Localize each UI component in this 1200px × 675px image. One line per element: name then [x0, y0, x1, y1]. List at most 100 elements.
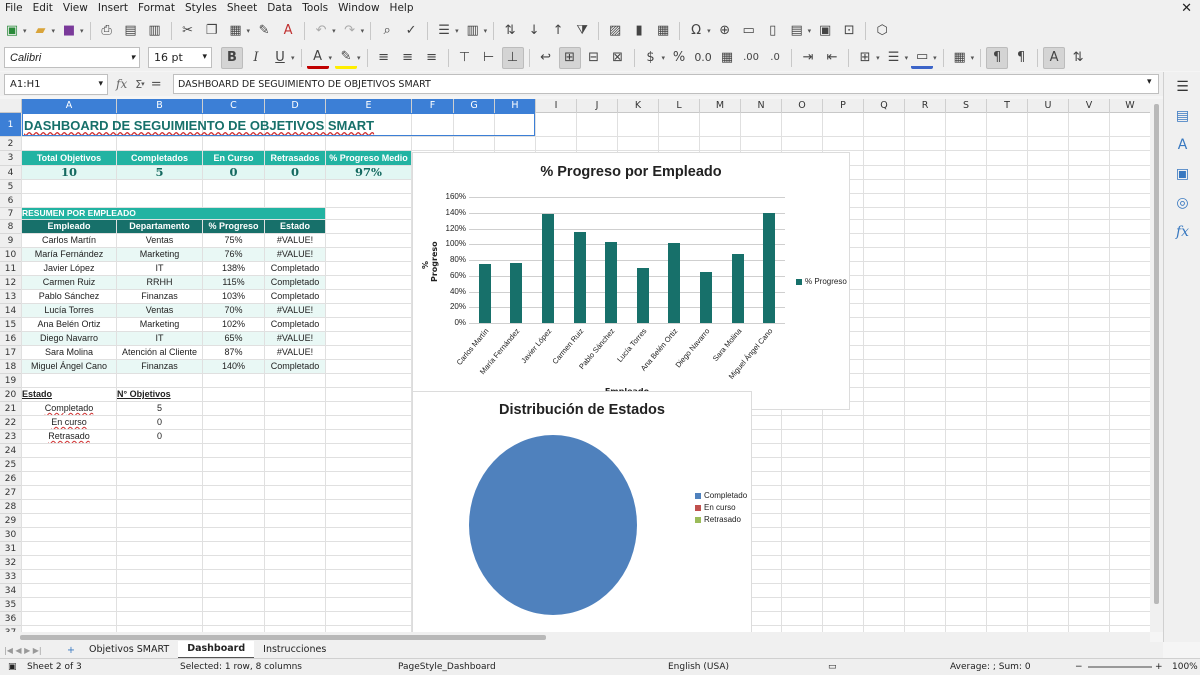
column-header-o[interactable]: O — [782, 99, 823, 113]
row-header-10[interactable]: 10 — [0, 248, 22, 262]
italic-icon[interactable]: I — [245, 47, 267, 69]
row-header-12[interactable]: 12 — [0, 276, 22, 290]
column-header-i[interactable]: I — [536, 99, 577, 113]
row-header-13[interactable]: 13 — [0, 290, 22, 304]
number-format-icon[interactable]: 0.0 — [692, 47, 714, 69]
table-cell[interactable]: Ventas — [117, 234, 202, 247]
table-cell[interactable]: 65% — [203, 332, 264, 345]
table-cell[interactable]: 87% — [203, 346, 264, 359]
row-header-26[interactable]: 26 — [0, 472, 22, 486]
row-header-6[interactable]: 6 — [0, 194, 22, 208]
tab-objetivos-smart[interactable]: Objetivos SMART — [80, 642, 178, 658]
pie-slice[interactable] — [469, 435, 637, 615]
row-header-36[interactable]: 36 — [0, 612, 22, 626]
row-header-20[interactable]: 20 — [0, 388, 22, 402]
pie-chart[interactable]: Distribución de Estados Completado En curs… — [412, 391, 752, 632]
status-header[interactable]: Estado — [22, 388, 116, 401]
kpi-value[interactable]: 0 — [203, 166, 264, 179]
menu-format[interactable]: Format — [133, 0, 180, 17]
status-label[interactable]: En curso — [22, 416, 116, 429]
menu-sheet[interactable]: Sheet — [222, 0, 262, 17]
table-cell[interactable]: Finanzas — [117, 360, 202, 373]
comment-icon[interactable]: ▭ — [738, 20, 760, 42]
freeze-rows-icon[interactable]: ▣ — [814, 20, 836, 42]
bar[interactable] — [510, 263, 523, 323]
column-header-f[interactable]: F — [412, 99, 454, 113]
function-wizard-icon[interactable]: fx — [116, 77, 127, 91]
row-header-21[interactable]: 21 — [0, 402, 22, 416]
name-box[interactable]: A1:H1 ▾ — [4, 73, 108, 95]
column-header-u[interactable]: U — [1028, 99, 1069, 113]
row-header-3[interactable]: 3 — [0, 151, 22, 166]
vertical-align-icon[interactable]: ⇅ — [1067, 47, 1089, 69]
new-document-icon[interactable]: ▣ — [1, 20, 23, 42]
table-cell[interactable]: 138% — [203, 262, 264, 275]
row-header-29[interactable]: 29 — [0, 514, 22, 528]
row-header-34[interactable]: 34 — [0, 584, 22, 598]
bar-chart[interactable]: % Progreso por Empleado 0% 20% 40% 60% 80% 100… — [412, 152, 850, 410]
row-icon[interactable]: ☰ — [433, 20, 455, 42]
find-replace-icon[interactable]: ⌕ — [376, 20, 398, 42]
table-cell[interactable]: Sara Molina — [22, 346, 116, 359]
zoom-out-icon[interactable]: − — [1075, 659, 1083, 675]
column-header-t[interactable]: T — [987, 99, 1028, 113]
bar[interactable] — [763, 212, 776, 323]
kpi-value[interactable]: 10 — [22, 166, 116, 179]
bar[interactable] — [542, 214, 554, 323]
table-cell[interactable]: #VALUE! — [265, 304, 325, 317]
styles-icon[interactable]: A — [1164, 130, 1200, 159]
column-header-j[interactable]: J — [577, 99, 618, 113]
table-cell[interactable]: Marketing — [117, 318, 202, 331]
status-count[interactable]: 0 — [117, 430, 202, 443]
column-header-l[interactable]: L — [659, 99, 700, 113]
add-decimal-icon[interactable]: .00 — [740, 47, 762, 69]
highlight-color-icon[interactable]: ✎ — [335, 47, 358, 69]
border-color-icon[interactable]: ▭ — [911, 47, 934, 69]
draw-shapes-icon[interactable]: ⬡ — [871, 20, 893, 42]
print-icon[interactable]: ⎙ — [96, 20, 118, 42]
menu-file[interactable]: File — [0, 0, 28, 17]
align-left-icon[interactable]: ≡ — [373, 47, 395, 69]
insert-image-icon[interactable]: ▨ — [604, 20, 626, 42]
bar[interactable] — [478, 263, 491, 323]
menu-styles[interactable]: Styles — [180, 0, 222, 17]
table-cell[interactable]: RRHH — [117, 276, 202, 289]
define-print-area-icon[interactable]: ▤ — [786, 20, 808, 42]
print-preview-icon[interactable]: ▤ — [120, 20, 142, 42]
horizontal-scrollbar[interactable] — [0, 632, 1150, 642]
table-cell[interactable]: #VALUE! — [265, 332, 325, 345]
menu-tools[interactable]: Tools — [297, 0, 333, 17]
merge-cells-icon[interactable]: ⊟ — [583, 47, 605, 69]
row-header-22[interactable]: 22 — [0, 416, 22, 430]
kpi-header[interactable]: En Curso — [203, 151, 264, 165]
table-cell[interactable]: 70% — [203, 304, 264, 317]
row-header-27[interactable]: 27 — [0, 486, 22, 500]
row-header-8[interactable]: 8 — [0, 220, 22, 234]
kpi-header[interactable]: % Progreso Medio — [326, 151, 411, 165]
table-cell[interactable]: Diego Navarro — [22, 332, 116, 345]
kpi-value[interactable]: 97% — [326, 166, 411, 179]
language[interactable]: English (USA) — [668, 659, 729, 675]
row-header-24[interactable]: 24 — [0, 444, 22, 458]
spelling-icon[interactable]: ✓ — [400, 20, 422, 42]
align-right-icon[interactable]: ≡ — [421, 47, 443, 69]
status-count[interactable]: 0 — [117, 416, 202, 429]
kpi-value[interactable]: 5 — [117, 166, 202, 179]
tab-dashboard[interactable]: Dashboard — [178, 641, 255, 659]
kpi-header[interactable]: Completados — [117, 151, 202, 165]
row-header-7[interactable]: 7 — [0, 208, 22, 220]
bold-icon[interactable]: B — [221, 46, 243, 69]
header-footer-icon[interactable]: ▯ — [762, 20, 784, 42]
page-title[interactable]: DASHBOARD DE SEGUIMIENTO DE OBJETIVOS SM… — [22, 113, 535, 136]
text-direction-rtl-icon[interactable]: ¶ — [1010, 47, 1032, 69]
navigator-icon[interactable]: ◎ — [1164, 188, 1200, 217]
table-cell[interactable]: Completado — [265, 318, 325, 331]
page-style[interactable]: PageStyle_Dashboard — [398, 659, 496, 675]
column-header-g[interactable]: G — [454, 99, 495, 113]
menu-help[interactable]: Help — [385, 0, 419, 17]
table-cell[interactable]: #VALUE! — [265, 234, 325, 247]
table-cell[interactable]: Finanzas — [117, 290, 202, 303]
percent-format-icon[interactable]: % — [668, 47, 690, 69]
row-header-25[interactable]: 25 — [0, 458, 22, 472]
zoom-slider[interactable] — [1088, 666, 1152, 668]
